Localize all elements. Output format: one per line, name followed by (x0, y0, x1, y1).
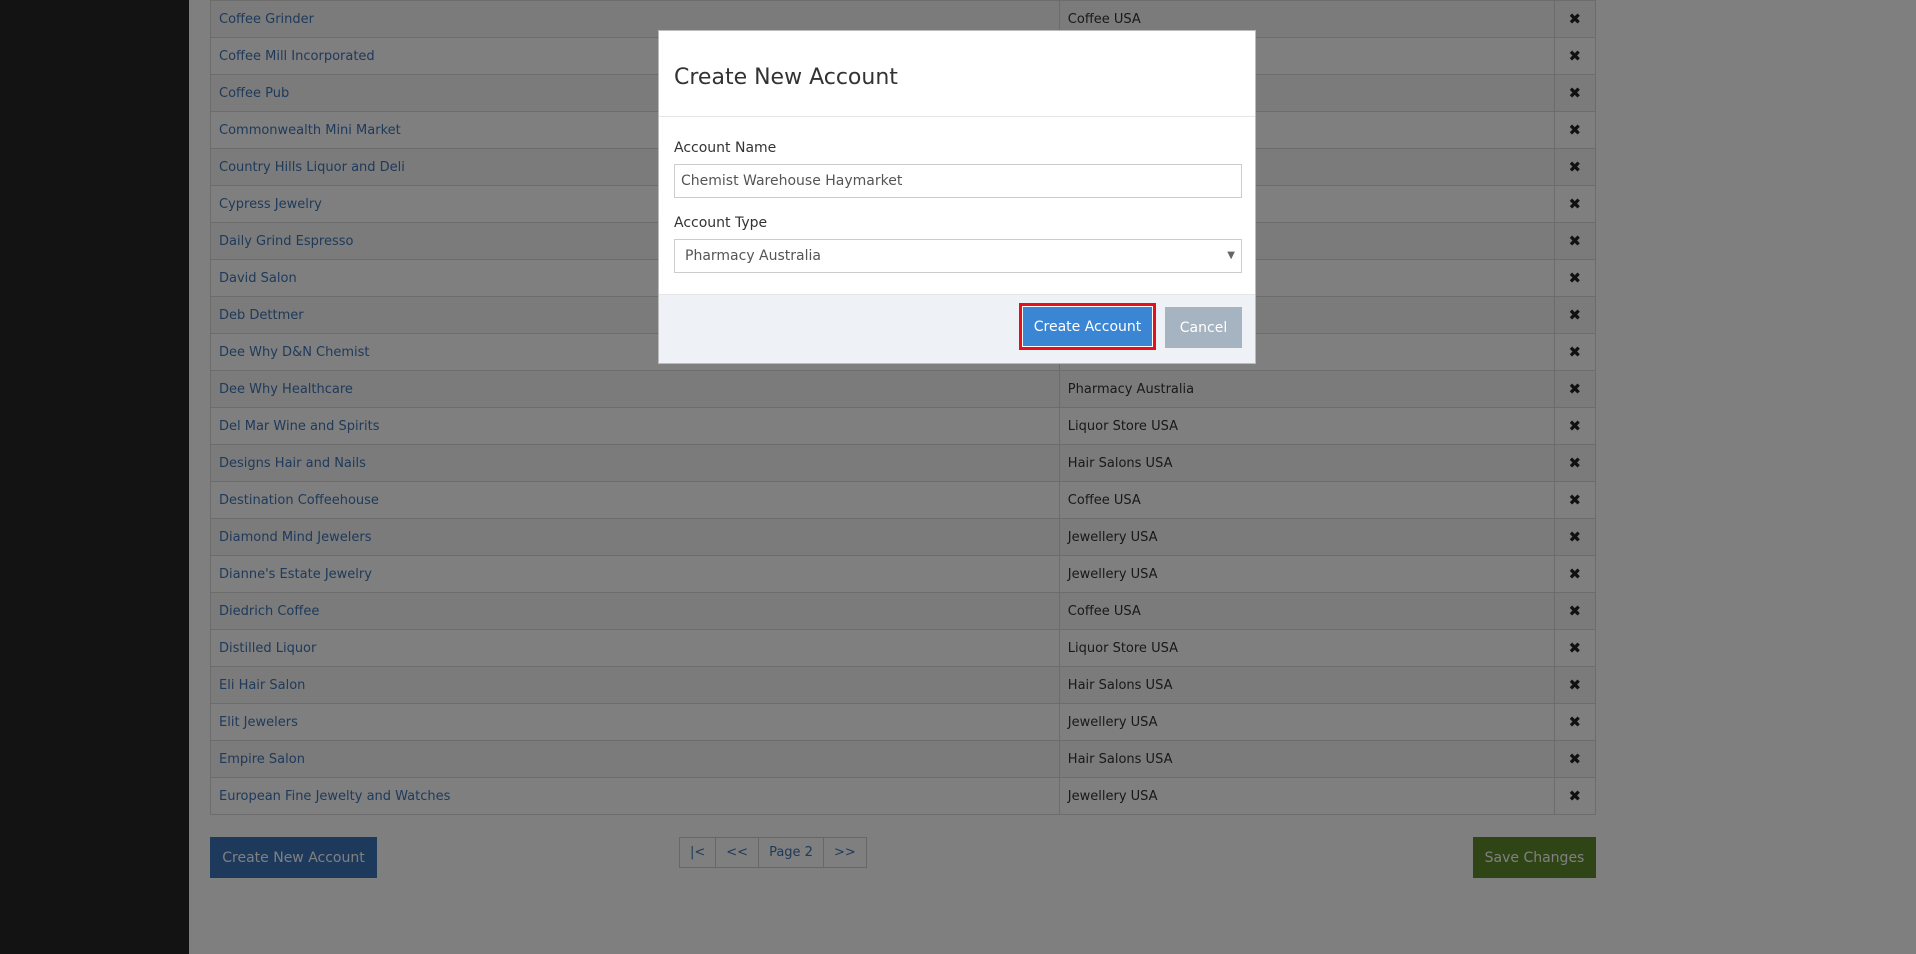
chevron-down-icon: ▼ (1227, 250, 1235, 261)
modal-body: Account Name Account Type Pharmacy Austr… (659, 117, 1255, 297)
create-account-button[interactable]: Create Account (1019, 303, 1156, 350)
account-type-label: Account Type (674, 215, 768, 231)
account-name-label: Account Name (674, 140, 777, 156)
modal-footer: Create Account Cancel (659, 294, 1255, 363)
modal-header: Create New Account (659, 31, 1255, 117)
create-account-modal: Create New Account Account Name Account … (658, 30, 1256, 364)
account-type-select[interactable]: Pharmacy Australia ▼ (674, 239, 1242, 273)
modal-title: Create New Account (674, 65, 898, 90)
account-name-input[interactable] (674, 164, 1242, 198)
cancel-button[interactable]: Cancel (1165, 307, 1242, 348)
account-type-selected-value: Pharmacy Australia (685, 248, 821, 264)
